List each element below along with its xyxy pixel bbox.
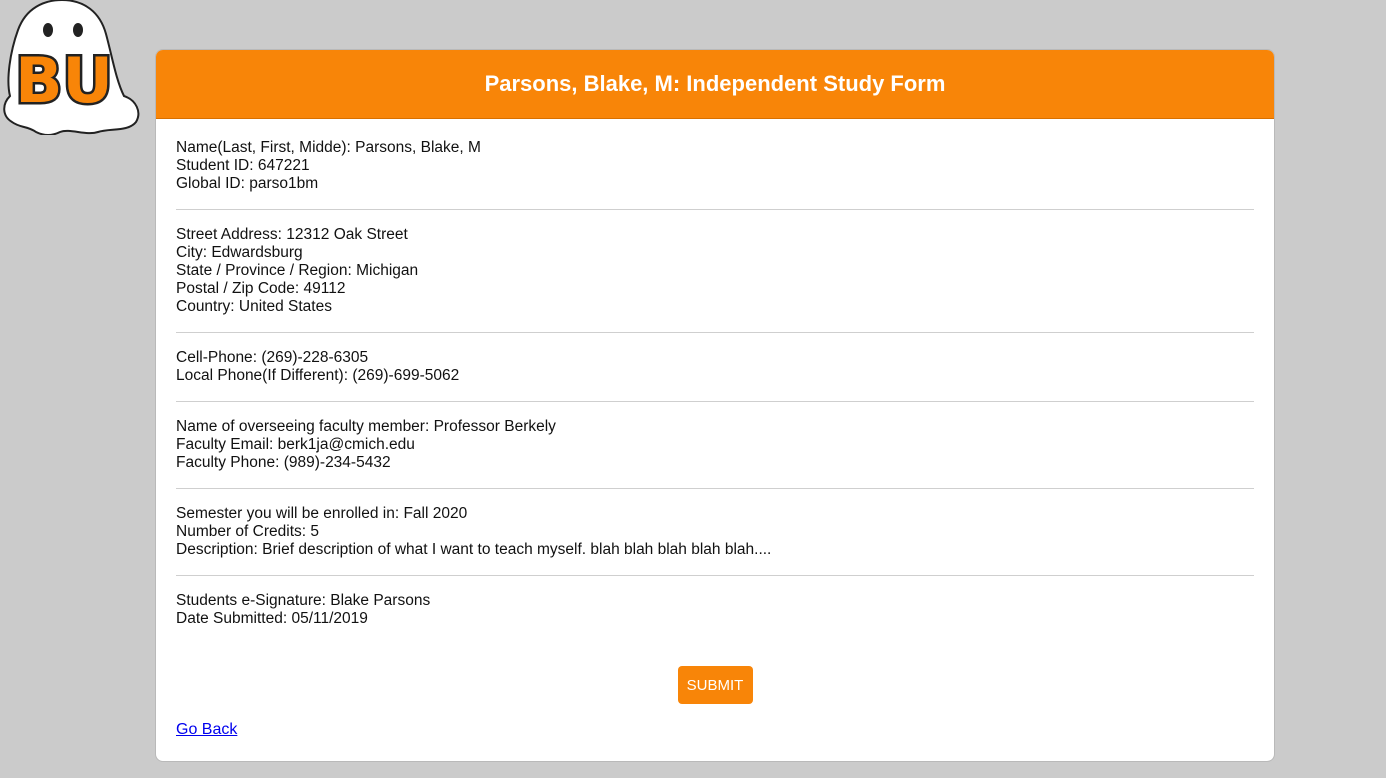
- field-value: parso1bm: [249, 175, 319, 192]
- field-row: Street Address: 12312 Oak Street: [176, 226, 1254, 244]
- field-separator: :: [253, 541, 263, 558]
- field-value: (269)-228-6305: [261, 349, 369, 366]
- field-row: Name of overseeing faculty member: Profe…: [176, 418, 1254, 436]
- form-section: Street Address: 12312 Oak Street City: Ed…: [176, 226, 1254, 333]
- ghost-logo-icon: BU: [3, 0, 140, 136]
- field-separator: :: [294, 280, 304, 297]
- logo-text: BU: [15, 44, 113, 117]
- field-separator: :: [277, 226, 287, 243]
- field-label: State / Province / Region: [176, 262, 348, 279]
- field-value: 647221: [257, 157, 310, 174]
- form-section: Students e-Signature: Blake Parsons Date …: [176, 592, 1254, 644]
- field-row: Number of Credits: 5: [176, 523, 1254, 541]
- field-value: Blake Parsons: [330, 592, 431, 609]
- field-label: Global ID: [176, 175, 241, 192]
- field-separator: :: [321, 592, 331, 609]
- field-value: Parsons, Blake, M: [355, 139, 481, 156]
- field-label: Street Address: [176, 226, 278, 243]
- field-label: Number of Credits: [176, 523, 302, 540]
- field-row: Country: United States: [176, 298, 1254, 316]
- field-label: Students e-Signature: [176, 592, 322, 609]
- site-logo: BU: [0, 0, 142, 136]
- field-row: City: Edwardsburg: [176, 244, 1254, 262]
- form-section: Cell-Phone: (269)-228-6305 Local Phone(If…: [176, 349, 1254, 402]
- field-label: Student ID: [176, 157, 250, 174]
- field-value: Brief description of what I want to teac…: [262, 541, 772, 558]
- field-separator: :: [249, 157, 258, 174]
- submit-area: SUBMIT: [176, 666, 1254, 704]
- field-row: Faculty Email: berk1ja@cmich.edu: [176, 436, 1254, 454]
- field-separator: :: [346, 139, 356, 156]
- field-row: Semester you will be enrolled in: Fall 2…: [176, 505, 1254, 523]
- form-section: Name(Last, First, Midde): Parsons, Blake…: [176, 139, 1254, 210]
- field-label: Semester you will be enrolled in: [176, 505, 395, 522]
- field-value: United States: [238, 298, 332, 315]
- field-label: City: [176, 244, 203, 261]
- field-value: Michigan: [356, 262, 419, 279]
- field-value: Edwardsburg: [211, 244, 303, 261]
- form-card: Parsons, Blake, M: Independent Study For…: [155, 49, 1275, 762]
- field-row: Name(Last, First, Midde): Parsons, Blake…: [176, 139, 1254, 157]
- field-row: Global ID: parso1bm: [176, 175, 1254, 193]
- field-value: 05/11/2019: [291, 610, 368, 627]
- form-header: Parsons, Blake, M: Independent Study For…: [156, 50, 1274, 119]
- form-section: Name of overseeing faculty member: Profe…: [176, 418, 1254, 489]
- field-row: Student ID: 647221: [176, 157, 1254, 175]
- field-value: (989)-234-5432: [283, 454, 391, 471]
- field-value: (269)-699-5062: [352, 367, 460, 384]
- field-row: Students e-Signature: Blake Parsons: [176, 592, 1254, 610]
- form-sections: Name(Last, First, Midde): Parsons, Blake…: [176, 139, 1254, 644]
- field-separator: :: [240, 175, 250, 192]
- field-row: State / Province / Region: Michigan: [176, 262, 1254, 280]
- field-value: berk1ja@cmich.edu: [277, 436, 415, 453]
- field-separator: :: [347, 262, 357, 279]
- field-label: Description: [176, 541, 254, 558]
- field-label: Country: [176, 298, 231, 315]
- field-label: Date Submitted: [176, 610, 283, 627]
- form-body: Name(Last, First, Midde): Parsons, Blake…: [156, 119, 1274, 739]
- field-value: Professor Berkely: [433, 418, 556, 435]
- field-label: Name(Last, First, Midde): [176, 139, 347, 156]
- field-value: 5: [310, 523, 320, 540]
- page-title: Parsons, Blake, M: Independent Study For…: [484, 71, 946, 96]
- field-value: Fall 2020: [403, 505, 468, 522]
- field-label: Name of overseeing faculty member: [176, 418, 425, 435]
- field-row: Date Submitted: 05/11/2019: [176, 610, 1254, 628]
- field-row: Faculty Phone: (989)-234-5432: [176, 454, 1254, 472]
- field-value: 49112: [303, 280, 346, 297]
- field-row: Local Phone(If Different): (269)-699-506…: [176, 367, 1254, 385]
- form-section: Semester you will be enrolled in: Fall 2…: [176, 505, 1254, 576]
- field-row: Description: Brief description of what I…: [176, 541, 1254, 559]
- field-row: Cell-Phone: (269)-228-6305: [176, 349, 1254, 367]
- field-label: Cell-Phone: [176, 349, 253, 366]
- field-separator: :: [269, 436, 278, 453]
- field-label: Postal / Zip Code: [176, 280, 295, 297]
- field-label: Faculty Email: [176, 436, 270, 453]
- field-label: Local Phone(If Different): [176, 367, 344, 384]
- field-separator: :: [230, 298, 239, 315]
- go-back-link[interactable]: Go Back: [176, 721, 237, 739]
- submit-button[interactable]: SUBMIT: [677, 666, 753, 704]
- field-separator: :: [424, 418, 434, 435]
- field-row: Postal / Zip Code: 49112: [176, 280, 1254, 298]
- field-separator: :: [275, 454, 284, 471]
- field-label: Faculty Phone: [176, 454, 276, 471]
- field-value: 12312 Oak Street: [286, 226, 408, 243]
